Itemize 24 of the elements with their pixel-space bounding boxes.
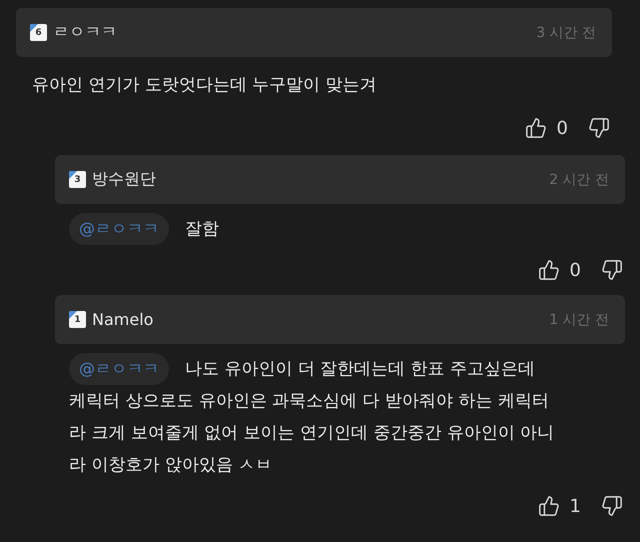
comment-text: 나도 유아인이 더 잘한데는데 한표 주고싶은데: [185, 358, 536, 381]
thumbs-up-icon[interactable]: [538, 495, 560, 517]
author-name[interactable]: Namelo: [92, 310, 154, 329]
comment-text: 라 크게 보여줄게 없어 보이는 연기인데 중간중간 유아인이 아니: [69, 422, 554, 445]
comment-text: 라 이창호가 앉아있음 ㅅㅂ: [69, 454, 272, 477]
level-badge: 3: [69, 171, 86, 188]
thumbs-down-icon[interactable]: [601, 259, 623, 281]
thumbs-up-icon[interactable]: [538, 259, 560, 281]
comment-text: 유아인 연기가 도랏엇다는데 누구말이 맞는겨: [32, 74, 377, 97]
level-badge: 1: [69, 311, 86, 328]
comment-text: 케릭터 상으로도 유아인은 과묵소심에 다 받아줘야 하는 케릭터: [69, 390, 549, 413]
thumbs-down-icon[interactable]: [588, 117, 610, 139]
thumbs-up-icon[interactable]: [524, 117, 547, 139]
comment-time: 1 시간 전: [549, 310, 609, 328]
author-name[interactable]: 방수원단: [92, 169, 156, 190]
comment-time: 2 시간 전: [549, 170, 609, 188]
like-count: 0: [570, 260, 581, 280]
comment-time: 3 시간 전: [536, 24, 596, 42]
like-count: 0: [556, 118, 568, 138]
author-name[interactable]: ㄹㅇㅋㅋ: [53, 22, 117, 43]
like-count: 1: [570, 496, 581, 516]
level-badge: 6: [30, 24, 47, 41]
thumbs-down-icon[interactable]: [601, 495, 623, 517]
comment-text: 잘함: [185, 218, 219, 241]
